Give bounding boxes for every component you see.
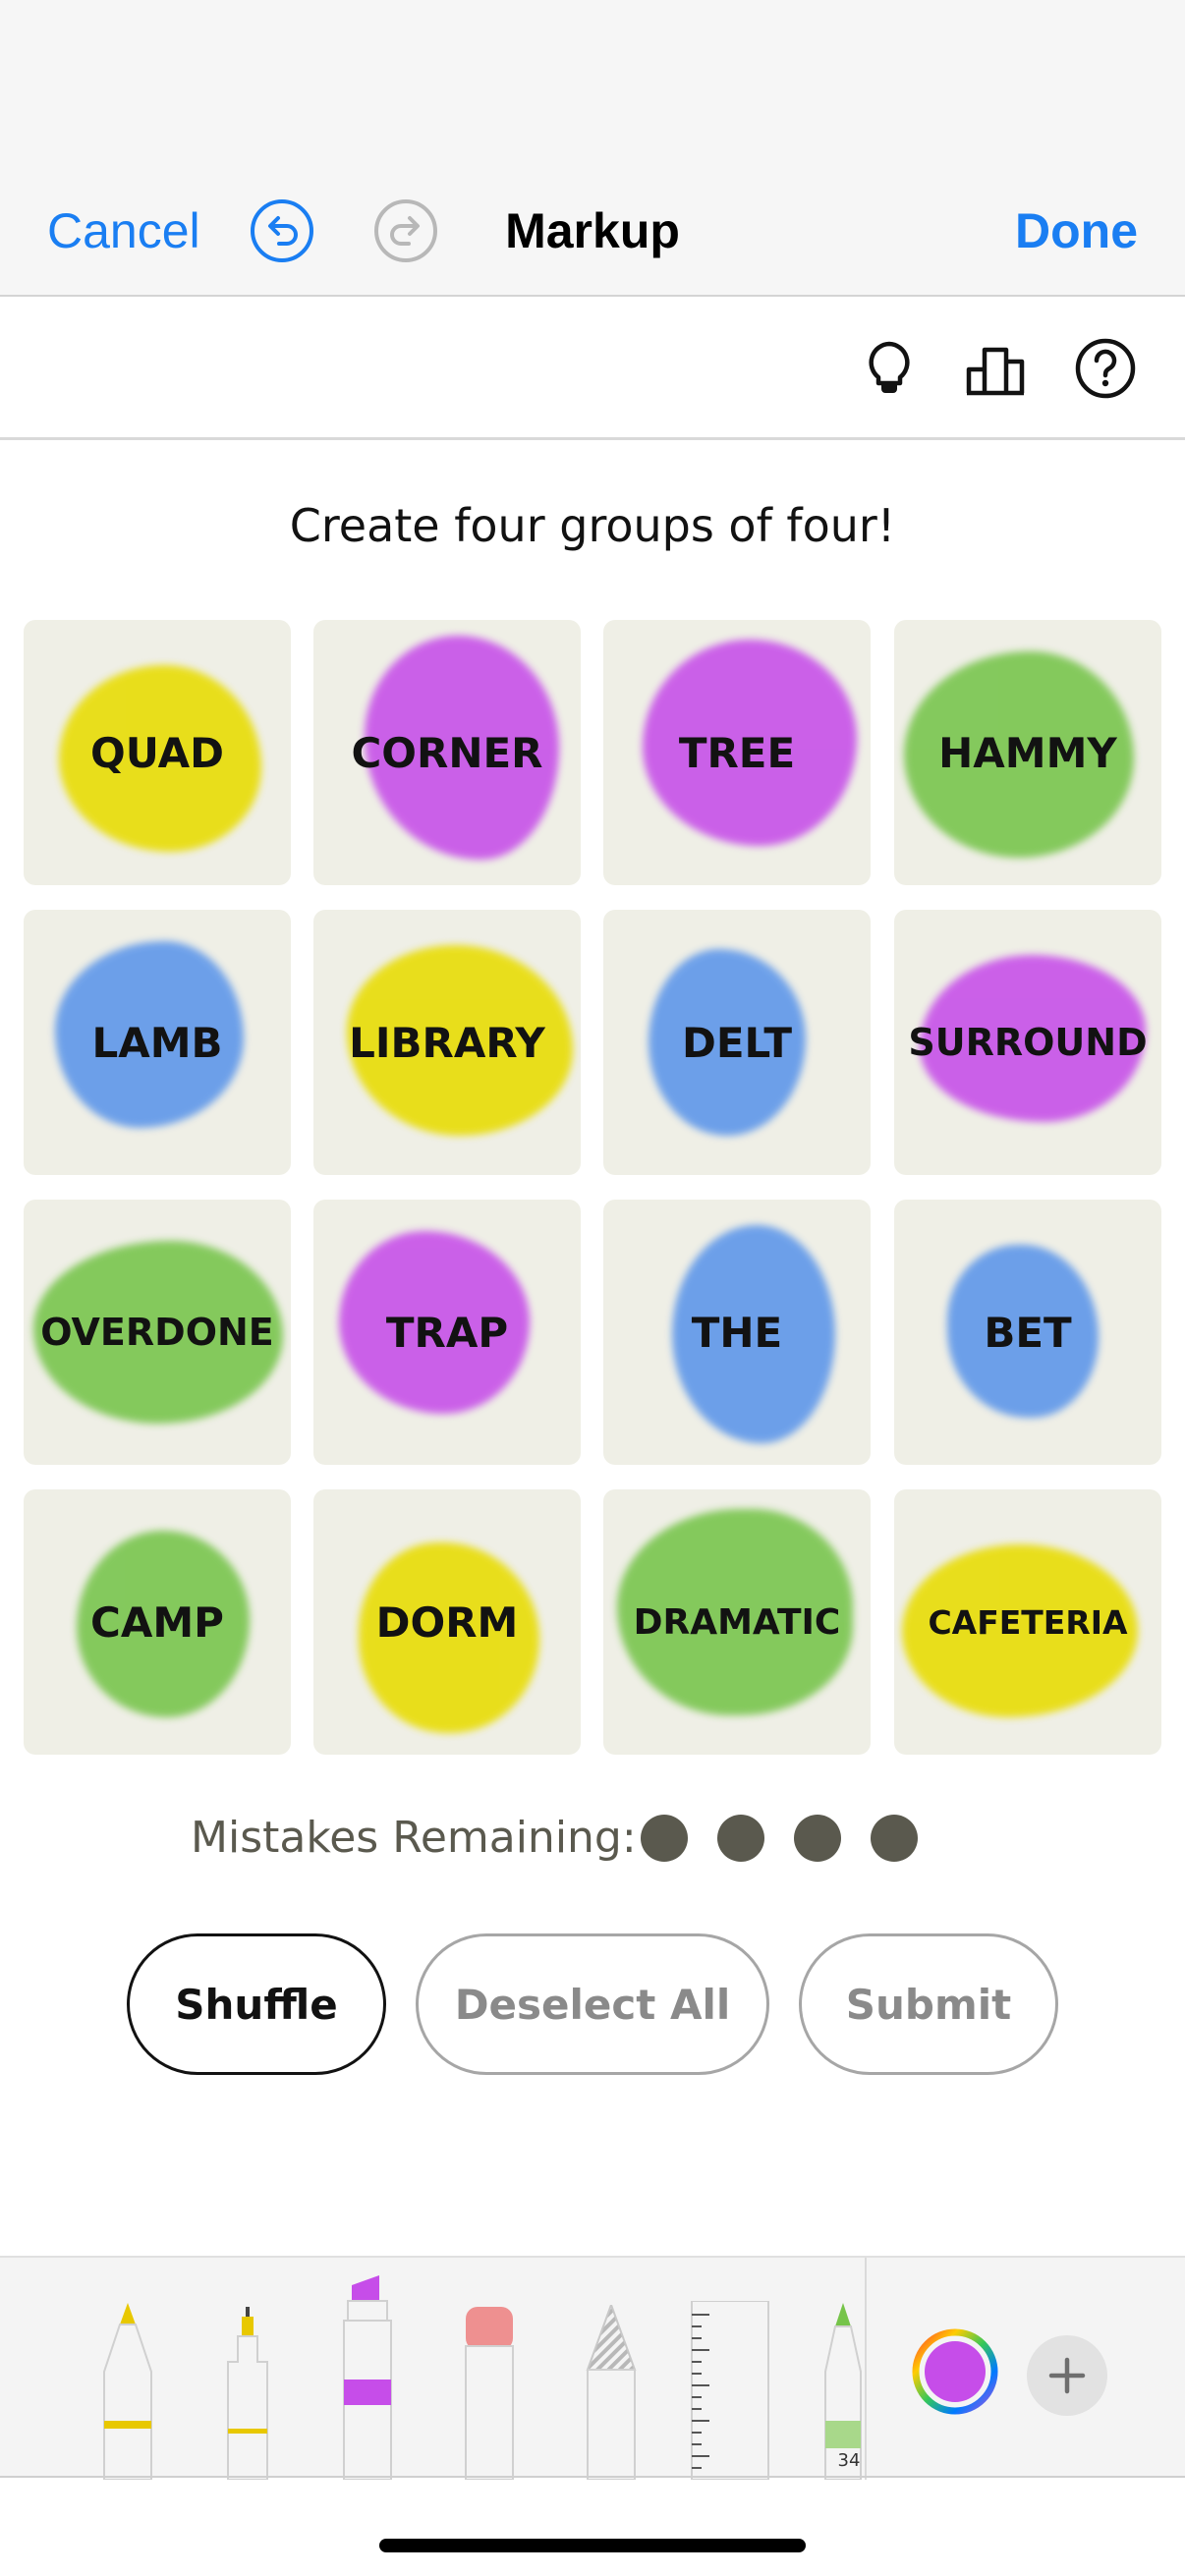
ruler-tool[interactable] (690, 2301, 770, 2480)
eraser-tool[interactable] (462, 2307, 517, 2480)
mistake-dot (717, 1815, 764, 1862)
word-tile[interactable]: THE (603, 1200, 871, 1465)
stats-podium-icon[interactable] (963, 336, 1028, 401)
done-button[interactable]: Done (1015, 201, 1138, 260)
lasso-tool[interactable] (582, 2305, 641, 2480)
word-tile[interactable]: TRAP (313, 1200, 581, 1465)
word-tile[interactable]: CORNER (313, 620, 581, 885)
tile-word: CAFETERIA (928, 1602, 1128, 1642)
word-tile[interactable]: DORM (313, 1489, 581, 1755)
color-wheel-icon[interactable] (912, 2328, 998, 2415)
mistake-dot (871, 1815, 918, 1862)
home-indicator[interactable] (379, 2539, 806, 2552)
word-tile[interactable]: HAMMY (894, 620, 1161, 885)
tile-word: CAMP (90, 1597, 224, 1647)
tile-word: TREE (678, 728, 796, 777)
tile-word: SURROUND (908, 1021, 1148, 1064)
pen-tool[interactable] (96, 2303, 159, 2480)
word-tile[interactable]: CAFETERIA (894, 1489, 1161, 1755)
shuffle-button[interactable]: Shuffle (127, 1933, 386, 2075)
instructions: Create four groups of four! (289, 499, 896, 552)
tile-word: OVERDONE (40, 1311, 274, 1354)
help-question-icon[interactable] (1073, 336, 1138, 401)
tile-word: QUAD (90, 728, 224, 777)
mistake-dot (641, 1815, 688, 1862)
tool-divider (865, 2258, 867, 2480)
plus-icon[interactable] (1026, 2334, 1108, 2417)
tile-word: TRAP (385, 1308, 509, 1357)
tile-word: HAMMY (938, 728, 1117, 777)
mistakes-label: Mistakes Remaining: (191, 1813, 637, 1863)
hint-lightbulb-icon[interactable] (857, 336, 922, 401)
word-tile[interactable]: LAMB (24, 910, 291, 1175)
mistakes-remaining: Mistakes Remaining: (0, 1808, 1185, 1867)
tile-word: LAMB (91, 1018, 223, 1067)
tile-word: DELT (681, 1018, 792, 1067)
word-tile[interactable]: SURROUND (894, 910, 1161, 1175)
submit-button[interactable]: Submit (799, 1933, 1058, 2075)
word-tile[interactable]: TREE (603, 620, 871, 885)
mistake-dot (794, 1815, 841, 1862)
word-tile[interactable]: CAMP (24, 1489, 291, 1755)
highlighter-tool[interactable] (340, 2275, 395, 2480)
word-tile[interactable]: OVERDONE (24, 1200, 291, 1465)
markup-title: Markup (505, 203, 680, 258)
word-grid: QUAD CORNER TREE HAMMY LAMB LIBRARY DELT… (24, 620, 1161, 1758)
tile-word: LIBRARY (349, 1018, 545, 1067)
monoline-pen-tool[interactable] (216, 2307, 279, 2480)
word-tile[interactable]: BET (894, 1200, 1161, 1465)
tile-word: DORM (375, 1597, 519, 1647)
word-tile[interactable]: DELT (603, 910, 871, 1175)
tile-word: THE (691, 1308, 783, 1357)
tile-word: BET (984, 1308, 1072, 1357)
word-tile[interactable]: QUAD (24, 620, 291, 885)
word-tile[interactable]: DRAMATIC (603, 1489, 871, 1755)
tile-word: DRAMATIC (633, 1601, 841, 1643)
markup-tool-palette: 34 (0, 2256, 1185, 2480)
markup-toolbar: Cancel Markup Done (0, 0, 1185, 297)
word-tile[interactable]: LIBRARY (313, 910, 581, 1175)
deselect-all-button[interactable]: Deselect All (416, 1933, 769, 2075)
toolbar-bottom-divider (0, 2476, 1185, 2478)
tile-word: CORNER (351, 728, 543, 777)
pencil-width-label: 34 (837, 2450, 861, 2471)
game-header (0, 297, 1185, 440)
